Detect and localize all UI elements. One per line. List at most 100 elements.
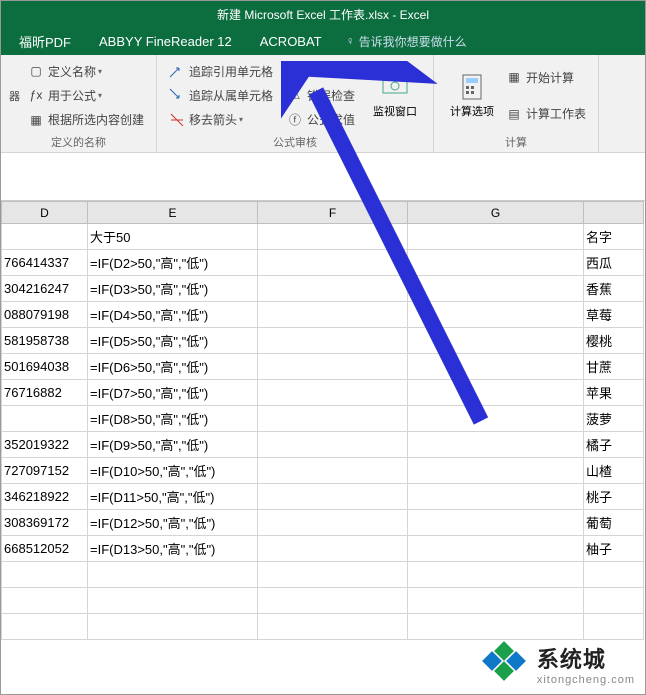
col-header-f[interactable]: F <box>258 202 408 224</box>
cell[interactable]: 西瓜 <box>584 250 644 276</box>
cell[interactable] <box>2 406 88 432</box>
cell[interactable]: 葡萄 <box>584 510 644 536</box>
cell[interactable] <box>258 536 408 562</box>
cell[interactable]: 甘蔗 <box>584 354 644 380</box>
col-header-e[interactable]: E <box>88 202 258 224</box>
cell[interactable] <box>258 588 408 614</box>
cell[interactable]: =IF(D5>50,"高","低") <box>88 328 258 354</box>
cell[interactable] <box>258 224 408 250</box>
tab-foxit[interactable]: 福昕PDF <box>5 26 85 57</box>
create-from-selection-button[interactable]: ▦ 根据所选内容创建 <box>24 109 148 130</box>
table-row[interactable]: 088079198=IF(D4>50,"高","低")草莓 <box>2 302 644 328</box>
cell[interactable] <box>258 302 408 328</box>
cell[interactable]: 352019322 <box>2 432 88 458</box>
cell[interactable] <box>2 562 88 588</box>
cell[interactable] <box>408 432 584 458</box>
trace-precedents-button[interactable]: 追踪引用单元格 <box>165 61 277 82</box>
table-row[interactable]: 766414337=IF(D2>50,"高","低")西瓜 <box>2 250 644 276</box>
cell[interactable] <box>408 458 584 484</box>
cell[interactable]: =IF(D2>50,"高","低") <box>88 250 258 276</box>
calc-options-button[interactable]: 计算选项 <box>442 59 502 132</box>
cell[interactable] <box>408 510 584 536</box>
cell[interactable] <box>258 328 408 354</box>
cell[interactable]: 菠萝 <box>584 406 644 432</box>
cell[interactable]: 名字 <box>584 224 644 250</box>
tab-acrobat[interactable]: ACROBAT <box>246 28 336 55</box>
cell[interactable]: =IF(D13>50,"高","低") <box>88 536 258 562</box>
cell[interactable]: 304216247 <box>2 276 88 302</box>
cell[interactable] <box>258 614 408 640</box>
cell[interactable]: 501694038 <box>2 354 88 380</box>
table-row[interactable]: 76716882=IF(D7>50,"高","低")苹果 <box>2 380 644 406</box>
table-row[interactable]: 668512052=IF(D13>50,"高","低") 柚子 <box>2 536 644 562</box>
cell[interactable] <box>258 380 408 406</box>
cell[interactable]: 橘子 <box>584 432 644 458</box>
evaluate-formula-button[interactable]: ⓕ 公式求值 <box>283 109 359 130</box>
cell[interactable] <box>258 562 408 588</box>
cell[interactable]: =IF(D4>50,"高","低") <box>88 302 258 328</box>
cell[interactable] <box>2 588 88 614</box>
cell[interactable]: 香蕉 <box>584 276 644 302</box>
column-headers[interactable]: D E F G <box>2 202 644 224</box>
table-row[interactable]: 304216247=IF(D3>50,"高","低") 香蕉 <box>2 276 644 302</box>
trace-dependents-button[interactable]: 追踪从属单元格 <box>165 85 277 106</box>
cell[interactable]: =IF(D8>50,"高","低") <box>88 406 258 432</box>
table-row[interactable] <box>2 562 644 588</box>
cell[interactable] <box>88 562 258 588</box>
table-row[interactable]: 352019322=IF(D9>50,"高","低")橘子 <box>2 432 644 458</box>
cell[interactable] <box>258 406 408 432</box>
col-header-g[interactable]: G <box>408 202 584 224</box>
cell[interactable] <box>408 588 584 614</box>
spreadsheet-grid[interactable]: D E F G 大于50名字766414337=IF(D2>50,"高","低"… <box>1 201 644 640</box>
table-row[interactable]: =IF(D8>50,"高","低") 菠萝 <box>2 406 644 432</box>
cell[interactable] <box>408 224 584 250</box>
cell[interactable] <box>258 354 408 380</box>
cell[interactable]: 581958738 <box>2 328 88 354</box>
cell[interactable] <box>408 250 584 276</box>
cell[interactable] <box>408 614 584 640</box>
formula-bar[interactable] <box>1 153 645 201</box>
table-row[interactable]: 大于50 名字 <box>2 224 644 250</box>
cell[interactable] <box>88 588 258 614</box>
cell[interactable]: =IF(D12>50,"高","低") <box>88 510 258 536</box>
cell[interactable] <box>258 458 408 484</box>
tab-abbyy[interactable]: ABBYY FineReader 12 <box>85 28 246 55</box>
table-row[interactable]: 727097152=IF(D10>50,"高","低")山楂 <box>2 458 644 484</box>
table-row[interactable]: 308369172=IF(D12>50,"高","低")葡萄 <box>2 510 644 536</box>
cell[interactable] <box>258 276 408 302</box>
cell[interactable]: =IF(D10>50,"高","低") <box>88 458 258 484</box>
cell[interactable] <box>584 562 644 588</box>
cell[interactable]: 山楂 <box>584 458 644 484</box>
cell[interactable] <box>258 432 408 458</box>
cell[interactable] <box>258 250 408 276</box>
cell[interactable] <box>584 588 644 614</box>
cell[interactable]: =IF(D11>50,"高","低") <box>88 484 258 510</box>
cell[interactable]: 草莓 <box>584 302 644 328</box>
cell[interactable] <box>408 302 584 328</box>
cell[interactable]: 柚子 <box>584 536 644 562</box>
use-in-formula-button[interactable]: ƒx 用于公式▾ <box>24 85 148 106</box>
cell[interactable] <box>408 484 584 510</box>
tell-me-search[interactable]: ♀ 告诉我你想要做什么 <box>346 33 467 50</box>
cell[interactable] <box>2 614 88 640</box>
cell[interactable] <box>408 354 584 380</box>
cell[interactable]: 668512052 <box>2 536 88 562</box>
cell[interactable] <box>88 614 258 640</box>
table-row[interactable]: 346218922=IF(D11>50,"高","低") 桃子 <box>2 484 644 510</box>
cell[interactable]: =IF(D3>50,"高","低") <box>88 276 258 302</box>
cell[interactable] <box>408 562 584 588</box>
calc-sheet-button[interactable]: ▤ 计算工作表 <box>502 103 590 124</box>
watch-window-button[interactable]: 监视窗口 <box>365 59 425 132</box>
col-header-d[interactable]: D <box>2 202 88 224</box>
cell[interactable] <box>408 276 584 302</box>
name-manager-side[interactable]: 器 <box>9 88 20 104</box>
cell[interactable]: 大于50 <box>88 224 258 250</box>
define-name-button[interactable]: ▢ 定义名称▾ <box>24 61 148 82</box>
cell[interactable]: =IF(D6>50,"高","低") <box>88 354 258 380</box>
cell[interactable] <box>408 328 584 354</box>
table-row[interactable] <box>2 614 644 640</box>
cell[interactable] <box>258 510 408 536</box>
cell[interactable]: 346218922 <box>2 484 88 510</box>
cell[interactable] <box>408 536 584 562</box>
cell[interactable]: 桃子 <box>584 484 644 510</box>
